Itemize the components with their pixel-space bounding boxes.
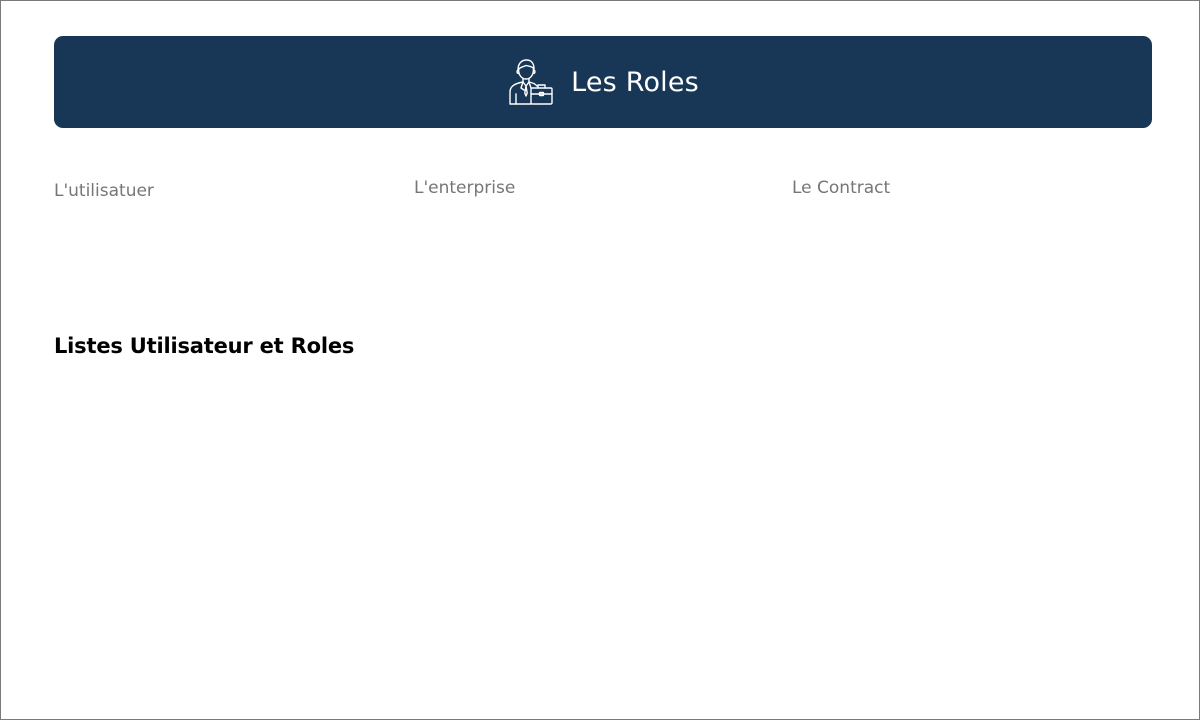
section-title: Listes Utilisateur et Roles	[54, 334, 355, 358]
page-header-banner: Les Roles	[54, 36, 1152, 128]
header-content: Les Roles	[507, 58, 699, 106]
tab-utilisateur[interactable]: L'utilisatuer	[54, 181, 154, 201]
tab-enterprise[interactable]: L'enterprise	[414, 178, 515, 198]
page-title: Les Roles	[571, 66, 699, 98]
businessman-briefcase-icon	[509, 59, 553, 105]
tab-contract[interactable]: Le Contract	[792, 178, 890, 198]
